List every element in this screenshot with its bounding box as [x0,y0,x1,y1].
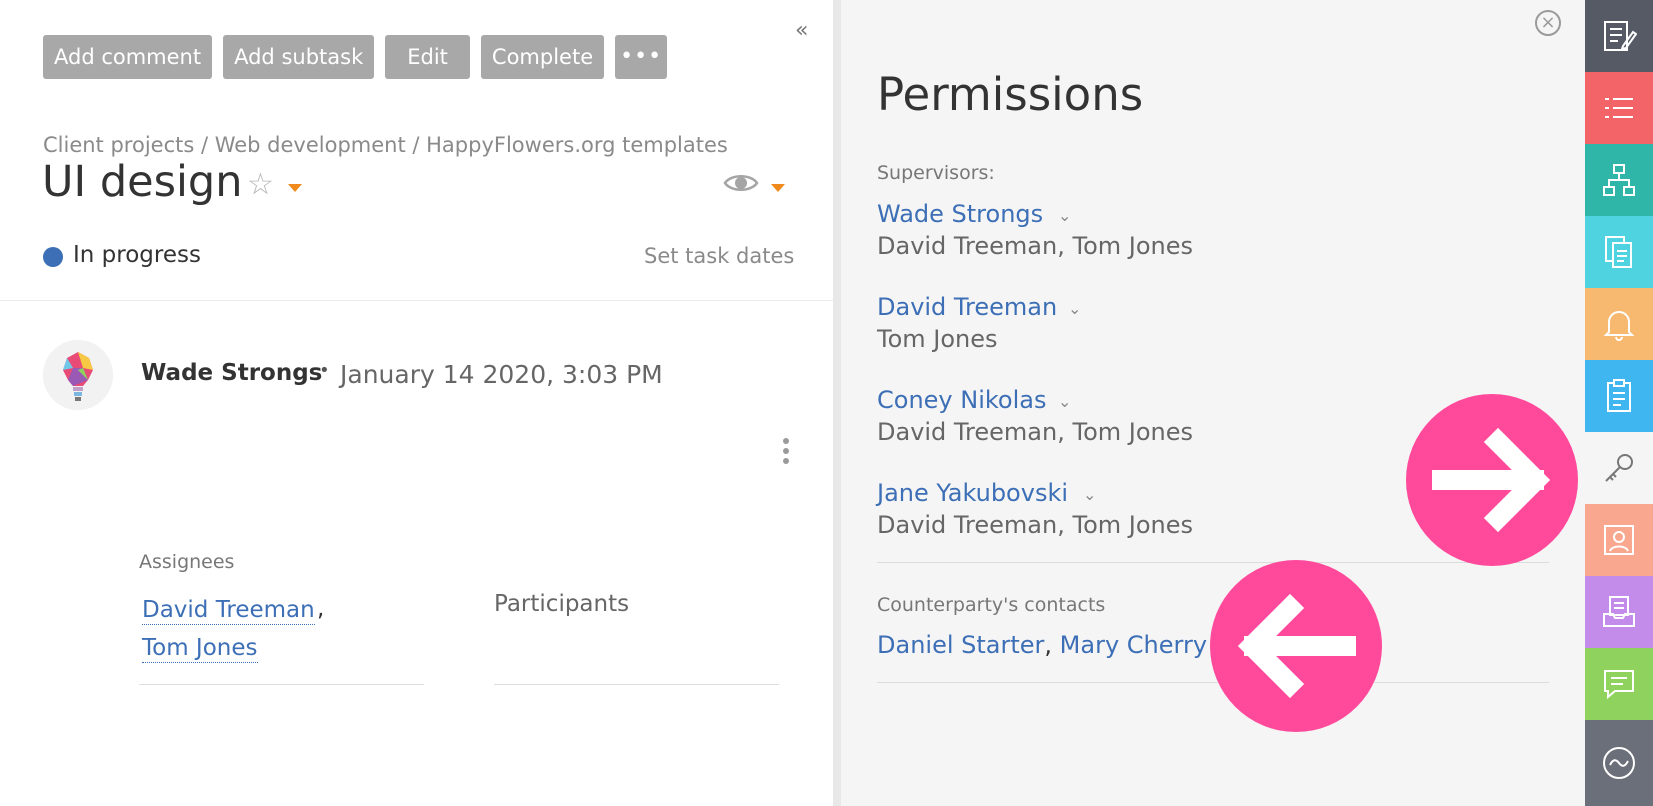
supervisor-link[interactable]: Wade Strongs [877,200,1043,228]
contact-link[interactable]: Mary Cherry [1060,631,1207,659]
breadcrumb[interactable]: Client projects / Web development / Happ… [43,133,728,157]
more-actions-button[interactable]: ••• [615,35,668,79]
arrow-right-glyph-icon [1432,427,1551,533]
favorite-star-icon[interactable]: ☆ [247,170,274,200]
meta-separator: • [319,360,330,381]
supervisor-subordinates: Tom Jones [877,325,998,353]
bell-icon[interactable] [1585,288,1653,360]
participants-label: Participants [494,591,630,617]
favorite-dropdown-caret-icon[interactable] [288,184,302,192]
contact-link[interactable]: Daniel Starter [877,631,1044,659]
right-arrow-icon [1406,394,1578,566]
supervisor-link[interactable]: Coney Nikolas [877,386,1046,414]
edit-document-icon[interactable] [1585,0,1653,72]
assignees-underline [139,684,424,685]
avatar[interactable] [43,340,113,410]
arrow-left-glyph-icon [1237,593,1356,699]
clipboard-icon[interactable] [1585,360,1653,432]
activity-icon[interactable] [1585,720,1653,806]
app-sidebar [1585,0,1653,806]
supervisors-label: Supervisors: [877,162,995,184]
close-icon[interactable]: × [1535,10,1561,36]
chat-icon[interactable] [1585,648,1653,720]
counterparty-contacts: Daniel Starter, Mary Cherry [877,631,1207,659]
complete-button[interactable]: Complete [480,35,605,79]
section-divider [0,300,833,301]
collapse-panel-icon[interactable]: « [795,18,808,43]
contact-separator: , [1044,631,1060,659]
page-title: UI design [42,157,243,207]
chevron-down-icon[interactable]: ⌄ [1068,299,1081,318]
chevron-down-icon[interactable]: ⌄ [1083,485,1096,504]
left-arrow-icon [1210,560,1382,732]
documents-icon[interactable] [1585,216,1653,288]
assignee-link[interactable]: David Treeman [142,596,315,625]
supervisor-link[interactable]: Jane Yakubovski [877,479,1068,507]
supervisor-subordinates: David Treeman, Tom Jones [877,232,1193,260]
edit-button[interactable]: Edit [385,35,470,79]
chevron-down-icon[interactable]: ⌄ [1058,206,1071,225]
add-subtask-button[interactable]: Add subtask [223,35,375,79]
set-task-dates-link[interactable]: Set task dates [644,244,794,268]
comment-menu-icon[interactable] [783,438,789,468]
status-dot-icon [43,247,63,267]
add-comment-button[interactable]: Add comment [43,35,213,79]
contact-card-icon[interactable] [1585,504,1653,576]
assignee-separator: , [317,596,325,622]
supervisor-subordinates: David Treeman, Tom Jones [877,418,1193,446]
supervisor-link[interactable]: David Treeman [877,293,1057,321]
status-label[interactable]: In progress [73,242,201,268]
comment-author[interactable]: Wade Strongs [141,360,322,386]
assignees-label: Assignees [139,551,235,573]
assignee-link[interactable]: Tom Jones [142,634,258,663]
list-icon[interactable] [1585,72,1653,144]
chevron-down-icon[interactable]: ⌄ [1058,392,1071,411]
task-toolbar: Add comment Add subtask Edit Complete ••… [43,35,668,79]
watch-dropdown-caret-icon[interactable] [771,184,785,192]
participants-underline [494,684,779,685]
counterparty-contacts-label: Counterparty's contacts [877,594,1106,616]
inbox-icon[interactable] [1585,576,1653,648]
lightbulb-avatar-icon [43,340,113,410]
permissions-title: Permissions [877,68,1144,121]
task-panel: Add comment Add subtask Edit Complete ••… [0,0,833,806]
watch-eye-icon[interactable] [723,171,759,195]
key-icon[interactable] [1585,432,1653,504]
comment-date: January 14 2020, 3:03 PM [340,360,663,389]
supervisor-subordinates: David Treeman, Tom Jones [877,511,1193,539]
hierarchy-icon[interactable] [1585,144,1653,216]
